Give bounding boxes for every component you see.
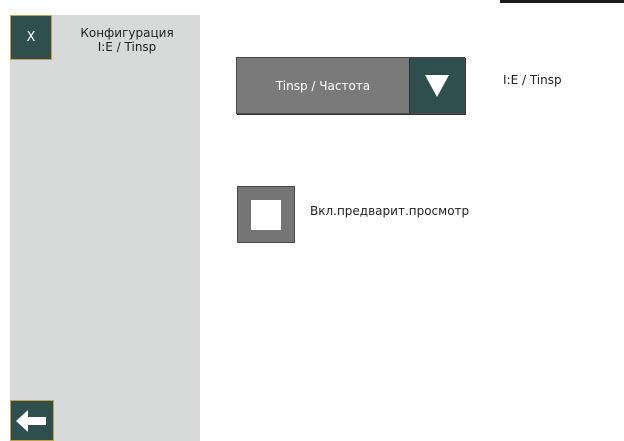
dropdown-side-label: I:E / Tinsp xyxy=(503,73,562,87)
preview-checkbox[interactable] xyxy=(237,186,295,243)
triangle-down-icon xyxy=(425,74,449,97)
page-title-line1: Конфигурация xyxy=(80,26,174,40)
mode-dropdown[interactable]: Tinsp / Частота xyxy=(236,57,465,114)
preview-checkbox-label: Вкл.предварит.просмотр xyxy=(310,204,470,218)
page-title: Конфигурация I:E / Tinsp xyxy=(62,26,192,54)
back-button[interactable] xyxy=(10,400,54,441)
close-button[interactable]: X xyxy=(10,15,52,60)
dropdown-toggle[interactable] xyxy=(409,58,464,113)
checkbox-box xyxy=(251,199,281,230)
close-icon: X xyxy=(26,30,36,45)
dropdown-selected-value: Tinsp / Частота xyxy=(237,58,409,113)
page-title-line2: I:E / Tinsp xyxy=(97,40,157,54)
top-divider xyxy=(500,0,624,3)
configuration-screen: X Конфигурация I:E / Tinsp Tinsp / Часто… xyxy=(0,0,624,441)
arrow-left-icon xyxy=(16,409,46,432)
sidebar-panel xyxy=(10,15,200,441)
